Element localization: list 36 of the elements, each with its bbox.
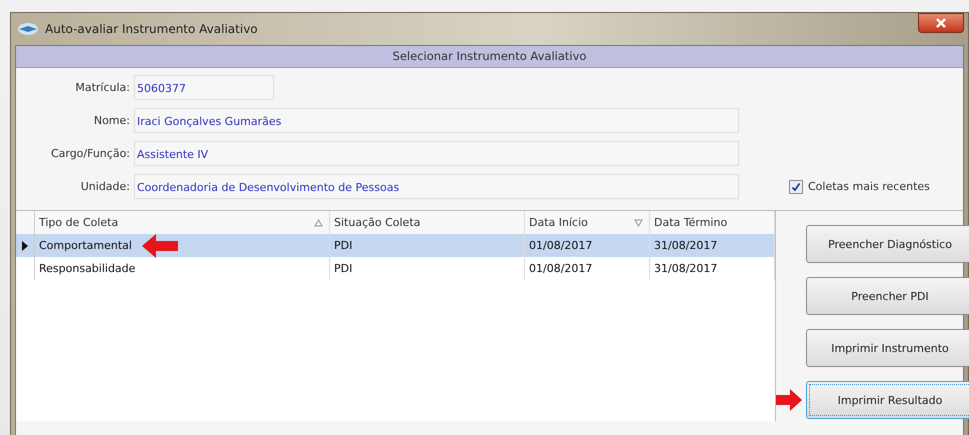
action-button[interactable]: Preencher PDI <box>806 277 969 315</box>
row-pointer-icon <box>22 240 28 250</box>
close-button[interactable] <box>918 13 964 33</box>
text-field[interactable]: Iraci Gonçalves Gumarães <box>134 108 739 133</box>
action-button[interactable]: Imprimir Resultado <box>806 381 969 419</box>
field-label: Nome: <box>92 114 131 127</box>
table-cell: Responsabilidade <box>39 262 136 275</box>
table-cell: 01/08/2017 <box>529 239 592 252</box>
text-field[interactable]: Assistente IV <box>134 141 739 166</box>
field-label: Matrícula: <box>74 81 131 94</box>
section-header: Selecionar Instrumento Avaliativo <box>16 46 963 68</box>
sort-descending-icon <box>634 218 643 226</box>
text-field[interactable]: 5060377 <box>134 75 274 100</box>
check-icon <box>791 182 801 192</box>
table-cell: 01/08/2017 <box>529 262 592 275</box>
table-row[interactable]: Responsabilidade PDI 01/08/2017 31/08/2017 <box>16 257 775 280</box>
field-label: Cargo/Função: <box>50 147 131 160</box>
table-cell: 31/08/2017 <box>654 262 718 275</box>
action-button[interactable]: Imprimir Instrumento <box>806 329 969 367</box>
table-row[interactable]: Comportamental PDI 01/08/2017 31/08/2017 <box>16 234 775 257</box>
text-field[interactable]: Coordenadoria de Desenvolvimento de Pessoas <box>134 174 739 199</box>
field-label: Unidade: <box>80 180 131 193</box>
table-cell: PDI <box>334 239 352 252</box>
arrow-left-icon <box>142 234 178 258</box>
window-title: Auto-avaliar Instrumento Avaliativo <box>45 22 258 36</box>
sort-ascending-icon <box>314 218 323 226</box>
table-cell: PDI <box>334 262 352 275</box>
app-icon <box>17 21 39 37</box>
checkbox-label: Coletas mais recentes <box>808 180 930 193</box>
arrow-right-icon <box>776 389 802 411</box>
recent-checkbox[interactable]: Coletas mais recentes <box>789 180 930 194</box>
action-button[interactable]: Preencher Diagnóstico <box>806 225 969 263</box>
close-icon <box>935 17 947 29</box>
checkbox[interactable] <box>789 180 803 194</box>
table-cell: 31/08/2017 <box>654 239 718 252</box>
table-cell: Comportamental <box>39 239 132 252</box>
